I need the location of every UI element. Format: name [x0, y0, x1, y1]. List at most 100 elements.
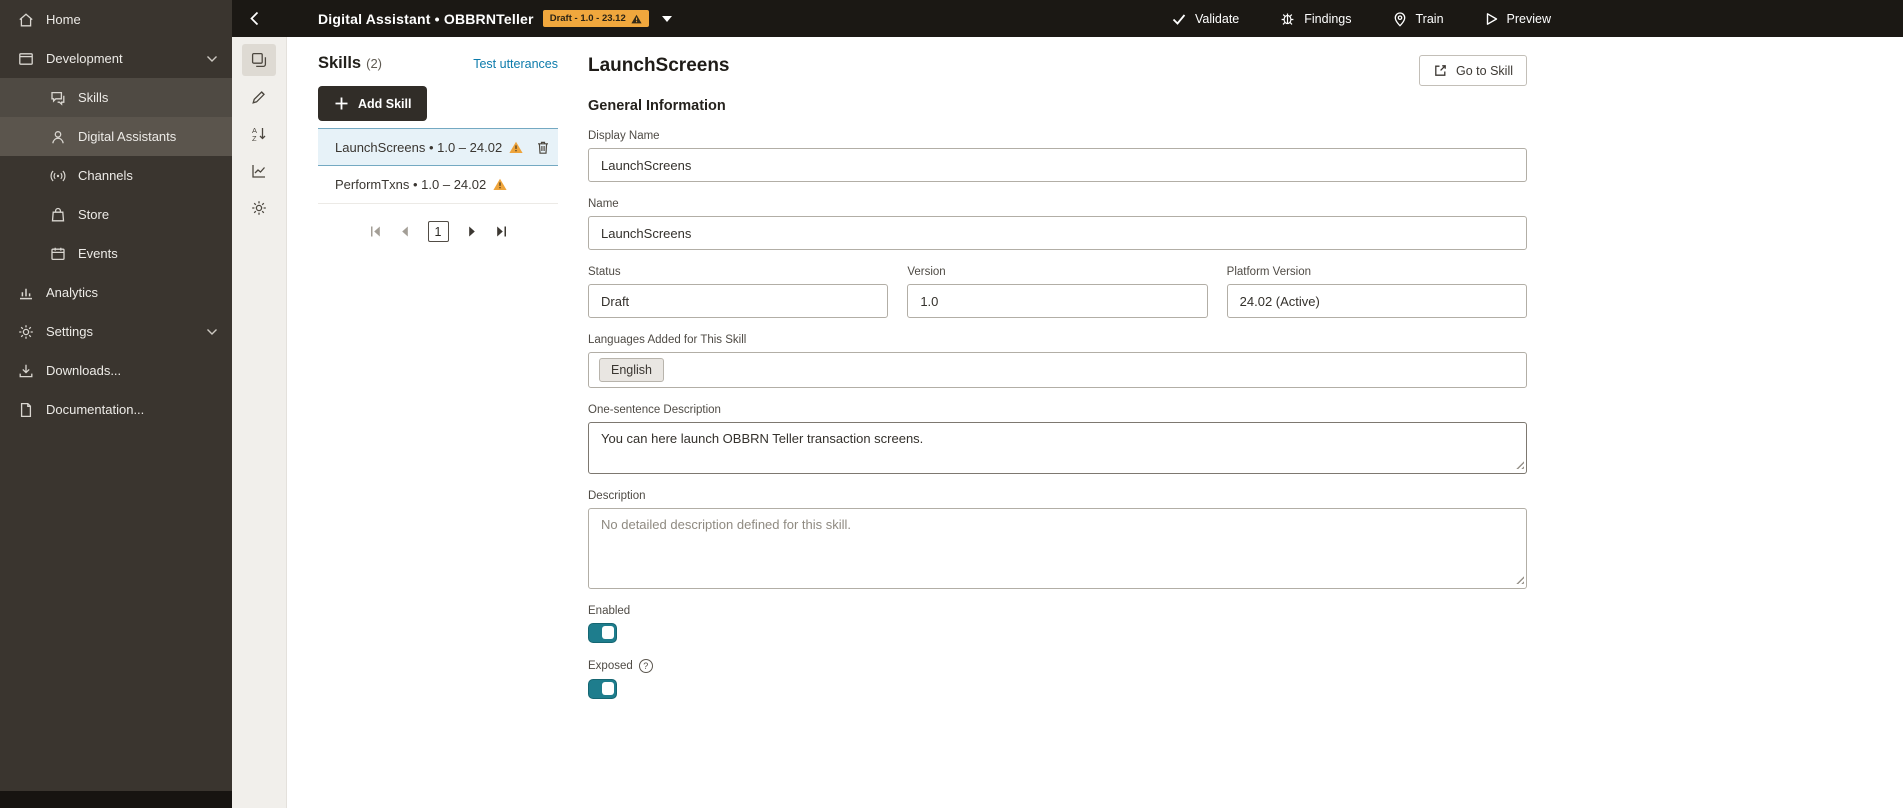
chevron-down-icon: [206, 328, 218, 336]
sidebar-item-downloads[interactable]: Downloads...: [0, 351, 232, 390]
validate-label: Validate: [1195, 11, 1240, 26]
page-number[interactable]: 1: [427, 221, 449, 242]
sidebar-item-development[interactable]: Development: [0, 39, 232, 78]
exposed-label: Exposed: [588, 660, 633, 672]
findings-button[interactable]: Findings: [1279, 10, 1352, 27]
warning-icon: [493, 178, 507, 191]
sidebar-item-label: Documentation...: [46, 402, 145, 417]
version-badge[interactable]: Draft - 1.0 - 23.12: [542, 10, 649, 27]
assistant-title: Digital Assistant • OBBRNTeller: [318, 10, 534, 27]
languages-field[interactable]: English: [588, 352, 1527, 388]
next-page-button[interactable]: [468, 225, 477, 238]
version-dropdown-caret[interactable]: [661, 15, 672, 22]
conversation-icon: [250, 51, 268, 69]
description-label: Description: [588, 490, 646, 502]
sidebar-item-label: Development: [46, 51, 123, 66]
sidebar-item-label: Skills: [78, 90, 109, 105]
rail-skills-view-button[interactable]: [242, 44, 276, 76]
section-title: General Information: [588, 98, 726, 114]
sidebar-item-home[interactable]: Home: [0, 0, 232, 39]
skill-list-item-performtxns[interactable]: PerformTxns • 1.0 – 24.02: [318, 166, 558, 204]
external-link-icon: [1433, 63, 1448, 78]
display-name-label: Display Name: [588, 130, 660, 142]
platform-version-label: Platform Version: [1226, 266, 1312, 278]
calendar-icon: [49, 245, 67, 263]
help-icon[interactable]: ?: [638, 659, 653, 673]
last-page-button[interactable]: [496, 225, 508, 238]
sidebar-item-channels[interactable]: Channels: [0, 156, 232, 195]
preview-button[interactable]: Preview: [1484, 11, 1551, 27]
analytics-icon: [17, 284, 35, 302]
description-input[interactable]: [588, 508, 1527, 589]
rail-utterances-button[interactable]: [242, 81, 276, 113]
svg-text:Z: Z: [252, 134, 257, 143]
skills-panel-title: Skills: [318, 54, 362, 72]
go-to-skill-button[interactable]: Go to Skill: [1419, 55, 1527, 86]
channels-icon: [49, 167, 67, 185]
sidebar-item-label: Channels: [78, 168, 133, 183]
page-title: LaunchScreens: [588, 55, 730, 76]
train-label: Train: [1415, 11, 1444, 26]
rail-insights-button[interactable]: [242, 155, 276, 187]
icon-rail: AZ: [232, 37, 287, 808]
pagination: 1: [318, 221, 558, 242]
exposed-toggle[interactable]: [588, 679, 617, 699]
version-label: Version: [907, 266, 946, 278]
go-to-skill-label: Go to Skill: [1456, 63, 1513, 78]
sidebar-item-analytics[interactable]: Analytics: [0, 273, 232, 312]
status-label: Status: [588, 266, 621, 278]
topbar-actions: Validate Findings Train Preview: [1171, 10, 1551, 27]
status-version-row: Status Version Platform Version: [588, 266, 1527, 318]
name-group: Name: [588, 198, 1527, 250]
sidebar-item-settings[interactable]: Settings: [0, 312, 232, 351]
enabled-group: Enabled: [588, 605, 1527, 643]
skills-icon: [49, 89, 67, 107]
findings-label: Findings: [1304, 11, 1352, 26]
topbar: Digital Assistant • OBBRNTeller Draft - …: [232, 0, 1903, 37]
sidebar-item-label: Settings: [46, 324, 93, 339]
platform-version-input[interactable]: [1226, 284, 1527, 318]
rail-settings-button[interactable]: [242, 192, 276, 224]
previous-page-button[interactable]: [400, 225, 409, 238]
train-button[interactable]: Train: [1392, 11, 1444, 27]
add-skill-button[interactable]: Add Skill: [318, 86, 428, 121]
development-icon: [17, 50, 35, 68]
main-column: Digital Assistant • OBBRNTeller Draft - …: [232, 0, 1903, 808]
description-group: Description: [588, 490, 1527, 589]
skills-panel: Skills (2) Test utterances Add Skill Lau…: [287, 37, 560, 808]
document-icon: [17, 401, 35, 419]
back-button[interactable]: [250, 7, 274, 31]
skill-list-item-launchscreens[interactable]: LaunchScreens • 1.0 – 24.02: [318, 128, 558, 166]
sidebar-item-label: Downloads...: [46, 363, 122, 378]
rail-sort-button[interactable]: AZ: [242, 118, 276, 150]
one-sentence-description-input[interactable]: You can here launch OBBRN Teller transac…: [588, 422, 1527, 474]
plus-icon: [334, 96, 349, 111]
skill-item-label: LaunchScreens • 1.0 – 24.02: [335, 139, 503, 155]
skill-item-label: PerformTxns • 1.0 – 24.02: [335, 177, 487, 192]
sidebar-item-store[interactable]: Store: [0, 195, 232, 234]
delete-skill-button[interactable]: [536, 140, 550, 155]
validate-button[interactable]: Validate: [1171, 11, 1239, 27]
one-sentence-description-group: One-sentence Description You can here la…: [588, 404, 1527, 474]
sidebar-item-digital-assistants[interactable]: Digital Assistants: [0, 117, 232, 156]
bug-icon: [1279, 10, 1296, 27]
version-input[interactable]: [907, 284, 1208, 318]
store-icon: [49, 206, 67, 224]
language-chip-english: English: [599, 358, 664, 382]
display-name-input[interactable]: [588, 148, 1527, 182]
status-input[interactable]: [588, 284, 889, 318]
enabled-toggle[interactable]: [588, 623, 617, 643]
body: AZ Skills (2) Test utterances Add Skill …: [232, 37, 1903, 808]
first-page-button[interactable]: [369, 225, 381, 238]
sidebar-item-events[interactable]: Events: [0, 234, 232, 273]
download-icon: [17, 362, 35, 380]
chart-icon: [250, 162, 268, 180]
test-utterances-link[interactable]: Test utterances: [473, 57, 558, 71]
version-badge-label: Draft - 1.0 - 23.12: [549, 13, 626, 24]
sidebar-item-skills[interactable]: Skills: [0, 78, 232, 117]
chevron-down-icon: [206, 55, 218, 63]
sidebar-item-documentation[interactable]: Documentation...: [0, 390, 232, 429]
play-icon: [1484, 11, 1499, 27]
name-input[interactable]: [588, 216, 1527, 250]
preview-label: Preview: [1506, 11, 1551, 26]
